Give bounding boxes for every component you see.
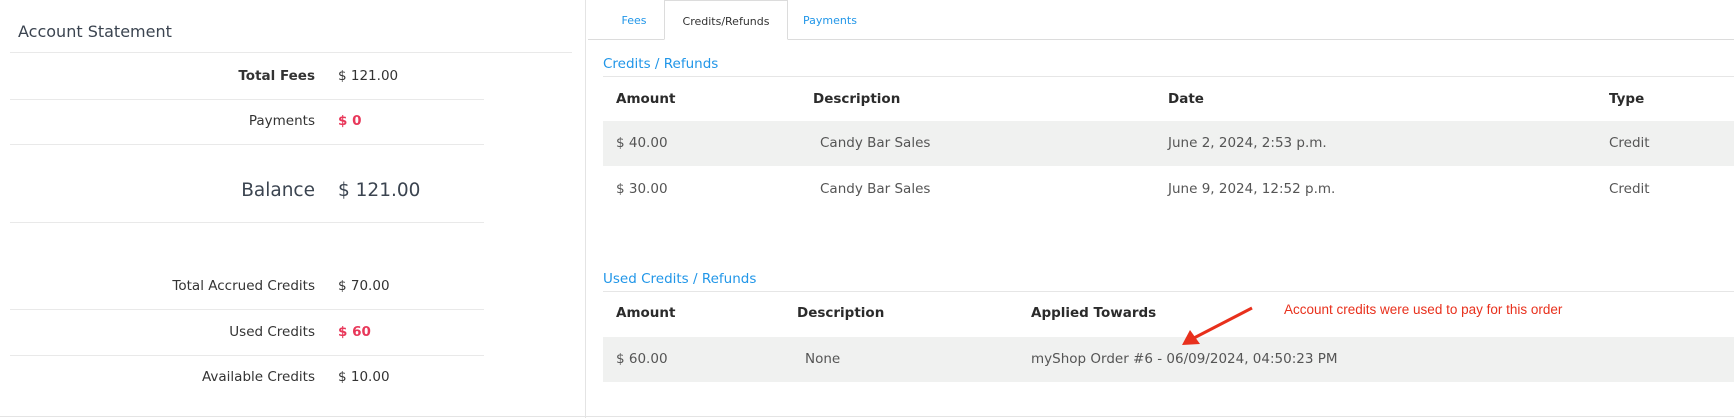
divider: [10, 52, 572, 53]
total-fees-label: Total Fees: [238, 68, 315, 84]
divider: [10, 355, 484, 356]
annotation-arrow-icon: [1182, 306, 1253, 345]
used-credit-amount: $ 60.00: [616, 351, 668, 367]
annotation-note: Account credits were used to pay for thi…: [1284, 302, 1563, 317]
credit-date: June 2, 2024, 2:53 p.m.: [1168, 135, 1327, 151]
available-credits-label: Available Credits: [201, 369, 315, 385]
total-accrued-credits-value: $ 70.00: [338, 278, 390, 294]
column-header-description: Description: [797, 305, 885, 321]
account-statement-title: Account Statement: [18, 22, 172, 41]
table-row: $ 60.00 None myShop Order #6 - 06/09/202…: [603, 337, 1734, 382]
divider: [0, 416, 1734, 417]
divider: [603, 291, 1734, 292]
table-row: $ 40.00 Candy Bar Sales June 2, 2024, 2:…: [603, 121, 1734, 166]
divider: [10, 144, 484, 145]
total-accrued-credits-label: Total Accrued Credits: [172, 278, 315, 294]
column-header-date: Date: [1168, 91, 1204, 107]
used-credit-description: None: [805, 351, 841, 367]
used-credits-label: Used Credits: [229, 324, 315, 340]
details-panel: Fees Credits/Refunds Payments Credits / …: [588, 0, 1734, 418]
credit-type: Credit: [1609, 181, 1650, 197]
column-header-type: Type: [1609, 91, 1645, 107]
payments-label: Payments: [248, 113, 315, 129]
credit-description: Candy Bar Sales: [820, 135, 931, 151]
tab-fees[interactable]: Fees: [610, 0, 658, 40]
credit-description: Candy Bar Sales: [820, 181, 931, 197]
tab-bar: Fees Credits/Refunds Payments: [588, 0, 1734, 40]
tab-credits-refunds[interactable]: Credits/Refunds: [664, 0, 788, 40]
credit-amount: $ 40.00: [616, 135, 668, 151]
used-credits-value: $ 60: [338, 324, 371, 340]
divider: [10, 309, 484, 310]
balance-label: Balance: [241, 180, 315, 201]
divider: [10, 222, 484, 223]
column-header-amount: Amount: [616, 305, 676, 321]
divider: [603, 76, 1734, 77]
divider: [10, 99, 484, 100]
column-header-amount: Amount: [616, 91, 676, 107]
account-statement-panel: Account Statement Total Fees $ 121.00 Pa…: [0, 0, 586, 418]
table-row: $ 30.00 Candy Bar Sales June 9, 2024, 12…: [603, 167, 1734, 212]
balance-value: $ 121.00: [338, 180, 421, 201]
credit-amount: $ 30.00: [616, 181, 668, 197]
column-header-description: Description: [813, 91, 901, 107]
column-header-applied-towards: Applied Towards: [1031, 305, 1157, 321]
payments-value: $ 0: [338, 113, 362, 129]
used-credits-section-title: Used Credits / Refunds: [603, 271, 757, 287]
credits-section-title: Credits / Refunds: [603, 56, 719, 72]
total-fees-value: $ 121.00: [338, 68, 399, 84]
credit-date: June 9, 2024, 12:52 p.m.: [1168, 181, 1336, 197]
available-credits-value: $ 10.00: [338, 369, 390, 385]
credit-type: Credit: [1609, 135, 1650, 151]
tab-payments[interactable]: Payments: [794, 0, 866, 40]
